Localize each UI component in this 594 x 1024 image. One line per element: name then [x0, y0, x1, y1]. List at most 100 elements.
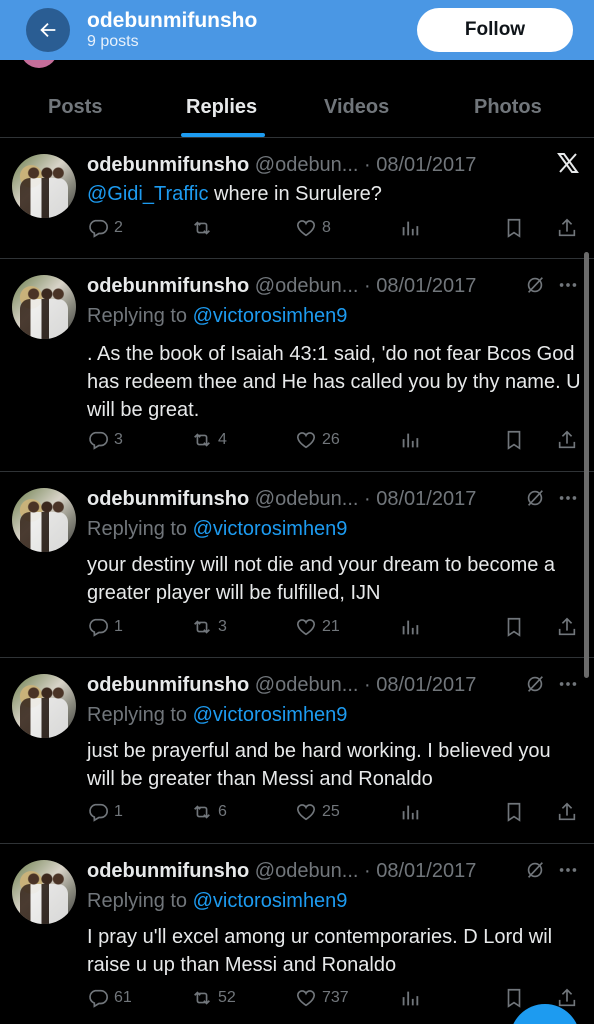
views-button[interactable] [399, 801, 421, 823]
views-icon [402, 805, 419, 820]
active-tab-indicator [181, 133, 265, 137]
tweet-actions: 1 3 21 [87, 616, 587, 642]
tweet-item[interactable]: odebunmifunsho @odebun... · 08/01/2017 R… [0, 659, 594, 844]
more-icon[interactable] [557, 673, 579, 695]
tweet-item[interactable]: odebunmifunsho @odebun... · 08/01/2017 @… [0, 139, 594, 259]
bookmark-icon [507, 218, 521, 238]
follow-button[interactable]: Follow [417, 8, 573, 52]
tab-replies[interactable]: Replies [186, 96, 257, 119]
mention-link[interactable]: @Gidi_Traffic [87, 183, 208, 205]
reply-icon [89, 989, 108, 1008]
author-handle-date: @odebun... · 08/01/2017 [254, 275, 477, 297]
tweet-item[interactable]: odebunmifunsho @odebun... · 08/01/2017 R… [0, 845, 594, 1024]
views-icon [402, 433, 419, 448]
tab-videos[interactable]: Videos [324, 96, 389, 119]
reply-button[interactable]: 3 [87, 429, 123, 451]
x-logo-icon[interactable] [556, 151, 580, 175]
more-icon[interactable] [557, 274, 579, 296]
tweet-header: odebunmifunsho @odebun... · 08/01/2017 [87, 488, 476, 511]
author-handle-date: @odebun... · 08/01/2017 [254, 488, 477, 510]
replying-to-handle[interactable]: @victorosimhen9 [193, 305, 348, 327]
tweet-item[interactable]: odebunmifunsho @odebun... · 08/01/2017 R… [0, 473, 594, 658]
retweet-button[interactable]: 6 [191, 801, 227, 823]
like-button[interactable]: 737 [295, 987, 349, 1009]
bookmark-button[interactable] [503, 987, 525, 1009]
share-button[interactable] [556, 801, 578, 823]
avatar[interactable] [12, 275, 76, 339]
more-icon[interactable] [557, 487, 579, 509]
reply-button[interactable]: 1 [87, 801, 123, 823]
retweet-button[interactable]: 4 [191, 429, 227, 451]
grok-icon[interactable] [524, 487, 546, 509]
retweet-button[interactable]: 3 [191, 616, 227, 638]
retweet-button[interactable] [191, 217, 218, 239]
grok-icon[interactable] [524, 274, 546, 296]
reply-count: 61 [114, 989, 132, 1006]
views-button[interactable] [399, 429, 421, 451]
share-button[interactable] [556, 987, 578, 1009]
replying-to: Replying to @victorosimhen9 [87, 890, 347, 913]
scrollbar[interactable] [584, 252, 589, 678]
tweet-actions: 3 4 26 [87, 429, 587, 455]
share-icon [558, 218, 576, 237]
heart-icon [296, 220, 316, 237]
grok-icon[interactable] [524, 859, 546, 881]
avatar[interactable] [12, 674, 76, 738]
heart-icon [296, 432, 316, 449]
like-count: 21 [322, 618, 340, 635]
tab-photos[interactable]: Photos [474, 96, 542, 119]
reply-count: 3 [114, 431, 123, 448]
retweet-button[interactable]: 52 [191, 987, 236, 1009]
views-button[interactable] [399, 987, 421, 1009]
tweet-header: odebunmifunsho @odebun... · 08/01/2017 [87, 275, 476, 298]
like-button[interactable]: 26 [295, 429, 340, 451]
back-button[interactable] [26, 8, 70, 52]
tab-posts[interactable]: Posts [48, 96, 102, 119]
share-button[interactable] [556, 217, 578, 239]
views-icon [402, 221, 419, 236]
post-count: 9 posts [87, 33, 139, 50]
like-button[interactable]: 25 [295, 801, 340, 823]
reply-icon [89, 618, 108, 637]
replying-to-handle[interactable]: @victorosimhen9 [193, 704, 348, 726]
avatar[interactable] [12, 860, 76, 924]
reply-button[interactable]: 61 [87, 987, 132, 1009]
tweet-actions: 61 52 737 [87, 987, 587, 1013]
retweet-count: 3 [218, 618, 227, 635]
tweet-text: . As the book of Isaiah 43:1 said, 'do n… [87, 343, 581, 421]
bookmark-button[interactable] [503, 429, 525, 451]
author-name[interactable]: odebunmifunsho [87, 860, 249, 882]
reply-count: 2 [114, 219, 123, 236]
views-button[interactable] [399, 217, 421, 239]
author-name[interactable]: odebunmifunsho [87, 674, 249, 696]
avatar[interactable] [12, 154, 76, 218]
reply-button[interactable]: 1 [87, 616, 123, 638]
reply-button[interactable]: 2 [87, 217, 123, 239]
bookmark-icon [507, 617, 521, 637]
bookmark-button[interactable] [503, 217, 525, 239]
like-button[interactable]: 21 [295, 616, 340, 638]
bookmark-button[interactable] [503, 801, 525, 823]
share-button[interactable] [556, 616, 578, 638]
replying-to-handle[interactable]: @victorosimhen9 [193, 890, 348, 912]
replying-to-handle[interactable]: @victorosimhen9 [193, 518, 348, 540]
replying-to: Replying to @victorosimhen9 [87, 518, 347, 541]
more-icon[interactable] [557, 859, 579, 881]
views-button[interactable] [399, 616, 421, 638]
author-handle-date: @odebun... · 08/01/2017 [254, 860, 477, 882]
bookmark-button[interactable] [503, 616, 525, 638]
author-name[interactable]: odebunmifunsho [87, 154, 249, 176]
share-button[interactable] [556, 429, 578, 451]
retweet-count: 6 [218, 803, 227, 820]
bookmark-icon [507, 430, 521, 450]
avatar[interactable] [12, 488, 76, 552]
author-name[interactable]: odebunmifunsho [87, 275, 249, 297]
like-button[interactable]: 8 [295, 217, 331, 239]
tweet-item[interactable]: odebunmifunsho @odebun... · 08/01/2017 R… [0, 260, 594, 472]
retweet-icon [194, 433, 210, 447]
replying-to: Replying to @victorosimhen9 [87, 305, 347, 328]
tweet-text: @Gidi_Traffic where in Surulere? [87, 180, 582, 208]
grok-icon[interactable] [524, 673, 546, 695]
tweet-text: I pray u'll excel among ur contemporarie… [87, 926, 553, 976]
author-name[interactable]: odebunmifunsho [87, 488, 249, 510]
